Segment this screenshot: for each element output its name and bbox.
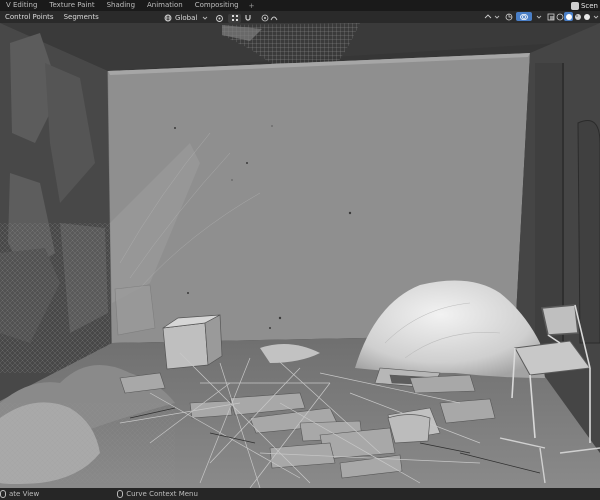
chevron-down-icon[interactable] [492, 12, 501, 21]
scene-icon [570, 1, 579, 10]
globe-icon[interactable] [163, 14, 172, 23]
pivot-icon[interactable] [215, 14, 224, 23]
status-left-label: ate View [9, 490, 40, 498]
scene-selector[interactable]: Scen [570, 0, 600, 11]
tab-animation[interactable]: Animation [141, 0, 189, 11]
scene-label: Scen [580, 1, 598, 10]
menu-segments[interactable]: Segments [59, 11, 104, 23]
snap-target-icon[interactable] [228, 13, 242, 23]
viewport-header: Control Points Segments Global [0, 11, 600, 23]
solid-icon[interactable] [564, 12, 573, 21]
magnet-icon[interactable] [243, 14, 252, 23]
xray-icon[interactable] [546, 12, 555, 21]
falloff-icon[interactable] [269, 14, 278, 23]
cube-front [162, 322, 209, 370]
tab-compositing[interactable]: Compositing [189, 0, 245, 11]
status-rotate-view: ate View [0, 490, 39, 498]
chevron-down-icon[interactable] [591, 12, 600, 21]
overlay-icon[interactable] [516, 12, 532, 21]
3d-viewport[interactable] [0, 23, 600, 488]
mouse-icon [0, 490, 6, 498]
tab-uv-editing[interactable]: V Editing [0, 0, 43, 11]
menu-control-points[interactable]: Control Points [0, 11, 59, 23]
chevron-down-icon[interactable] [200, 14, 209, 23]
visibility-icon[interactable] [483, 12, 492, 21]
tab-shading[interactable]: Shading [101, 0, 141, 11]
tab-texture-paint[interactable]: Texture Paint [43, 0, 100, 11]
status-bar: ate View Curve Context Menu [0, 488, 600, 500]
add-workspace-button[interactable]: + [245, 2, 259, 10]
transparent-box [114, 284, 156, 336]
chevron-down-icon[interactable] [534, 12, 543, 21]
scene-render [0, 23, 600, 488]
status-context-menu: Curve Context Menu [117, 490, 198, 498]
gizmo-icon[interactable] [504, 12, 513, 21]
proportional-edit-icon[interactable] [260, 14, 269, 23]
material-icon[interactable] [573, 12, 582, 21]
mouse-icon [117, 490, 124, 498]
wireframe-icon[interactable] [555, 12, 564, 21]
workspace-tab-bar: V Editing Texture Paint Shading Animatio… [0, 0, 600, 11]
status-right-label: Curve Context Menu [126, 490, 198, 498]
rendered-icon[interactable] [582, 12, 591, 21]
